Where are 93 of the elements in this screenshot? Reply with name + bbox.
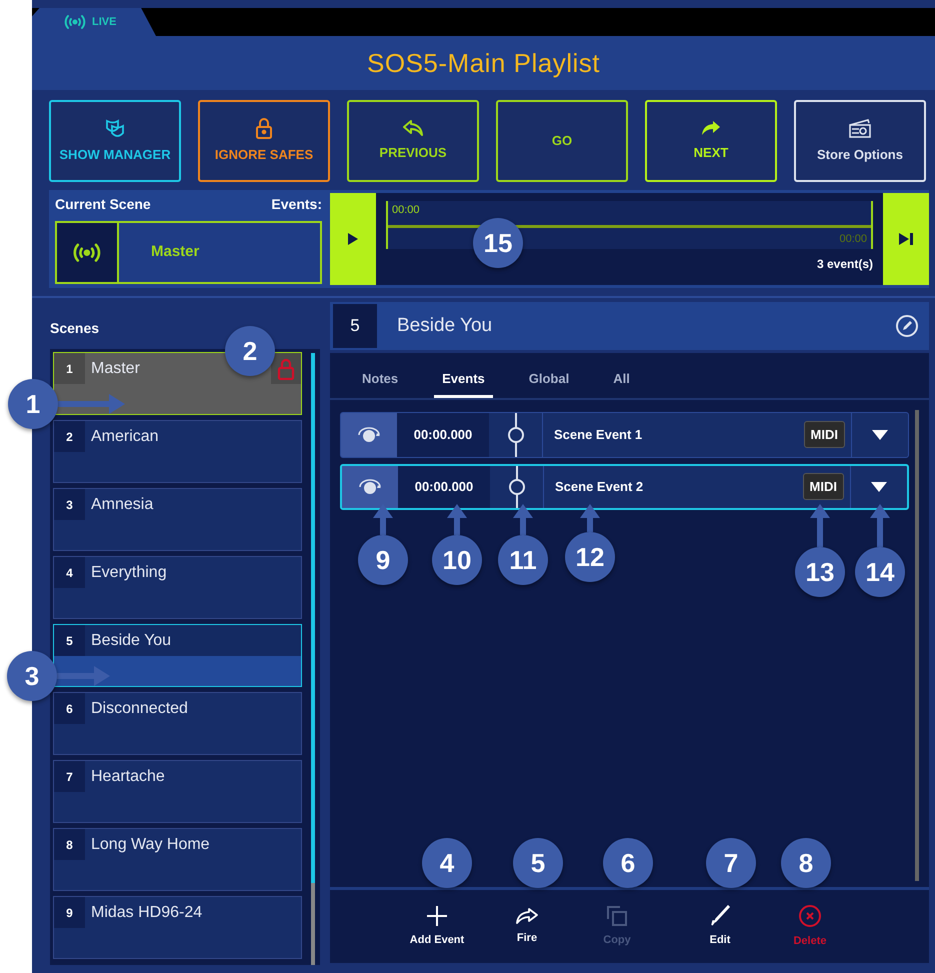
event-count: 3 event(s) xyxy=(816,256,873,273)
pointer-arrow xyxy=(580,504,600,532)
scene-number: 7 xyxy=(54,761,85,792)
plus-icon xyxy=(426,904,448,927)
events-label: Events: xyxy=(271,195,322,214)
pointer-arrow xyxy=(58,394,125,414)
scene-number: 9 xyxy=(54,897,85,928)
scene-item[interactable]: 2 American xyxy=(53,420,302,483)
cue-icon xyxy=(357,478,383,496)
copy-icon xyxy=(606,904,628,927)
event-type-tag: MIDI xyxy=(804,420,845,448)
edit-icon[interactable] xyxy=(895,314,919,338)
scene-name: Amnesia xyxy=(91,494,154,514)
event-row[interactable]: 00:00.000 Scene Event 2 MIDI xyxy=(340,464,909,510)
forward-arrow-icon xyxy=(700,119,722,138)
toolbar-button[interactable]: PREVIOUS xyxy=(347,100,479,182)
lock-icon xyxy=(255,117,273,140)
action-button[interactable]: Add Event xyxy=(402,904,472,948)
scene-name: Master xyxy=(91,358,141,378)
event-name: Scene Event 1 xyxy=(554,426,644,444)
time-start: 00:00 xyxy=(392,203,420,218)
toolbar-button[interactable]: NEXT xyxy=(645,100,777,182)
timeline-node-icon xyxy=(506,466,526,508)
scrollbar[interactable] xyxy=(311,883,315,965)
scene-number: 4 xyxy=(54,557,85,588)
timeline-node-icon xyxy=(506,412,526,456)
action-button[interactable]: Fire xyxy=(492,906,562,946)
back-arrow-icon xyxy=(402,119,424,138)
cue-icon xyxy=(356,426,382,444)
pointer-arrow xyxy=(513,504,533,535)
event-type-tag: MIDI xyxy=(802,472,844,500)
clapperboard-icon xyxy=(848,117,872,140)
scene-number: 5 xyxy=(54,625,85,656)
scrollbar[interactable] xyxy=(915,410,919,881)
masks-icon xyxy=(104,117,126,140)
scene-number: 5 xyxy=(333,304,377,348)
go-button[interactable]: GO xyxy=(496,100,628,182)
panel-heading: Scenes xyxy=(50,319,100,338)
pointer-arrow xyxy=(57,666,110,686)
scene-name: Heartache xyxy=(91,766,166,786)
scene-name: Beside You xyxy=(91,630,172,650)
scene-item[interactable]: 4 Everything xyxy=(53,556,302,619)
scene-name: Master xyxy=(151,242,200,262)
scene-title: Beside You xyxy=(397,314,494,338)
toolbar-button[interactable]: Store Options xyxy=(794,100,926,182)
time-end: 00:00 xyxy=(839,232,867,246)
scene-name: Midas HD96-24 xyxy=(91,902,204,922)
scene-name: American xyxy=(91,426,160,446)
pointer-arrow xyxy=(447,504,467,535)
scene-number: 6 xyxy=(54,693,85,724)
pointer-arrow xyxy=(373,504,393,535)
event-row[interactable]: 00:00.000 Scene Event 1 MIDI xyxy=(340,412,909,458)
scene-number: 8 xyxy=(54,829,85,860)
broadcast-icon xyxy=(62,13,88,31)
scene-item[interactable]: 7 Heartache xyxy=(53,760,302,823)
caret-icon[interactable] xyxy=(870,480,888,492)
scene-name: Long Way Home xyxy=(91,834,211,854)
callout-marker: 1 xyxy=(8,379,58,429)
scene-number: 1 xyxy=(54,353,85,384)
toolbar-button[interactable]: IGNORE SAFES xyxy=(198,100,330,182)
scene-item[interactable]: 6 Disconnected xyxy=(53,692,302,755)
action-button[interactable]: Edit xyxy=(685,904,755,948)
forward-arrow-icon xyxy=(515,906,539,925)
scene-name: Disconnected xyxy=(91,698,189,718)
live-label: LIVE xyxy=(92,14,116,30)
scene-item[interactable]: 3 Amnesia xyxy=(53,488,302,551)
pointer-arrow xyxy=(810,504,830,547)
pointer-arrow xyxy=(870,504,890,547)
scrollbar-thumb[interactable] xyxy=(311,353,315,883)
event-name: Scene Event 2 xyxy=(555,478,644,496)
playlist-title: SOS5-Main Playlist xyxy=(367,46,600,80)
scene-item[interactable]: 5 Beside You xyxy=(53,624,302,687)
scene-name: Everything xyxy=(91,562,168,582)
event-time: 00:00.000 xyxy=(397,412,489,456)
caret-icon[interactable] xyxy=(871,428,889,440)
event-time: 00:00.000 xyxy=(398,466,490,508)
toolbar-button[interactable]: SHOW MANAGER xyxy=(49,100,181,182)
tab[interactable]: Events xyxy=(434,367,493,398)
scene-number: 2 xyxy=(54,421,85,452)
tab[interactable]: Global xyxy=(520,367,578,398)
skip-button[interactable] xyxy=(883,193,929,285)
play-icon xyxy=(347,232,359,246)
tab[interactable]: All xyxy=(605,367,638,398)
panel-heading: Current Scene xyxy=(55,195,151,214)
pencil-icon xyxy=(709,904,731,927)
scene-item[interactable]: 8 Long Way Home xyxy=(53,828,302,891)
skip-end-icon xyxy=(898,232,914,246)
live-tab[interactable]: LIVE xyxy=(32,8,156,36)
scene-number: 3 xyxy=(54,489,85,520)
callout-marker: 3 xyxy=(7,651,57,701)
tab[interactable]: Notes xyxy=(354,367,406,398)
scene-item[interactable]: 9 Midas HD96-24 xyxy=(53,896,302,959)
delete-icon xyxy=(798,904,822,928)
